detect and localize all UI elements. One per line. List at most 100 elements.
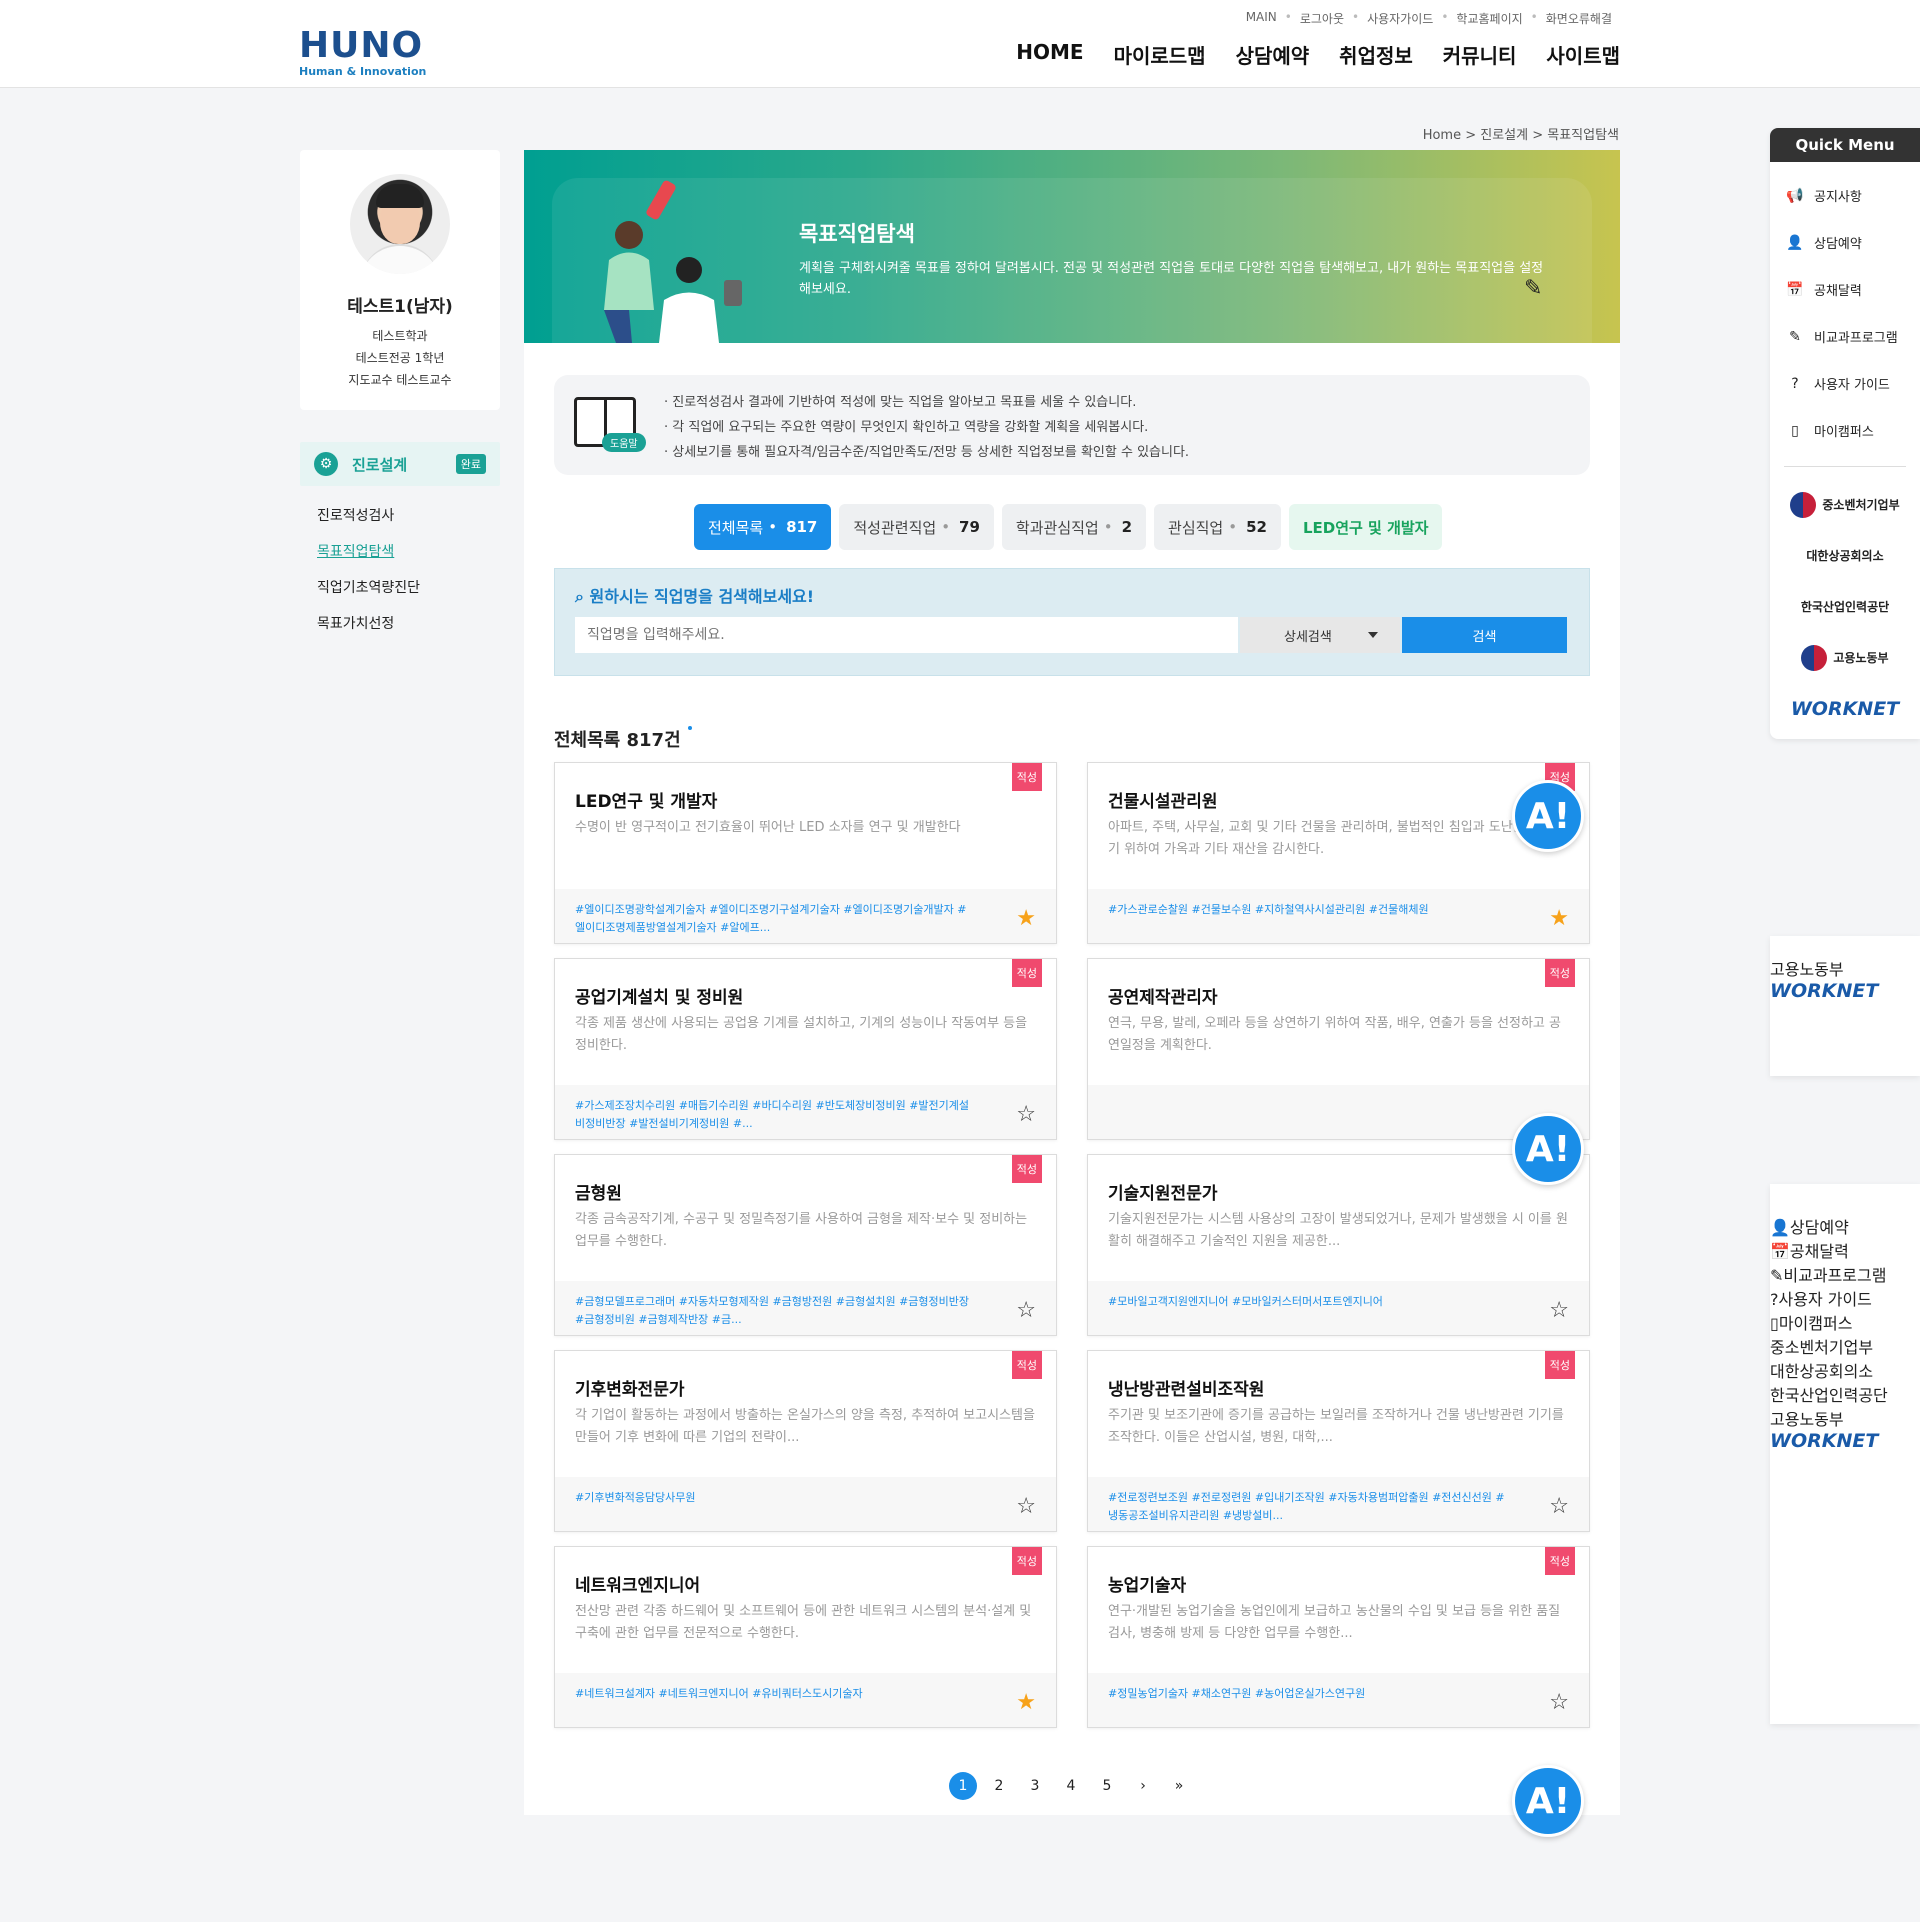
aptitude-tag: 적성 bbox=[1544, 1547, 1575, 1575]
tab-major-interest[interactable]: 학과관심직업 • 2 bbox=[1001, 504, 1147, 550]
tab-interest[interactable]: 관심직업 • 52 bbox=[1154, 504, 1281, 550]
job-keywords bbox=[1088, 1085, 1589, 1139]
star-outline-icon[interactable]: ☆ bbox=[1549, 1298, 1569, 1323]
star-icon[interactable]: ★ bbox=[1016, 1690, 1036, 1715]
page-4[interactable]: 4 bbox=[1057, 1772, 1085, 1800]
tab-target-job[interactable]: LED연구 및 개발자 bbox=[1288, 504, 1443, 550]
quick-counseling[interactable]: 👤상담예약 bbox=[1770, 219, 1920, 266]
quick-counseling[interactable]: 👤상담예약 bbox=[1770, 1214, 1920, 1238]
job-title: 금형원 bbox=[575, 1184, 622, 1204]
job-card[interactable]: 기술지원전문가 기술지원전문가는 시스템 사용상의 고장이 발생되었거나, 문제… bbox=[1087, 1154, 1590, 1336]
job-card[interactable]: 적성 LED연구 및 개발자 수명이 반 영구적이고 전기효율이 뛰어난 LED… bbox=[554, 762, 1057, 944]
partner-worknet[interactable]: WORKNET bbox=[1770, 980, 1920, 1002]
job-card[interactable]: 적성 금형원 각종 금속공작기계, 수공구 및 정밀측정기를 사용하여 금형을 … bbox=[554, 1154, 1057, 1336]
phone-icon: ▯ bbox=[1770, 1314, 1779, 1333]
star-outline-icon[interactable]: ☆ bbox=[1016, 1102, 1036, 1127]
job-desc: 수명이 반 영구적이고 전기효율이 뛰어난 LED 소자를 연구 및 개발한다 bbox=[575, 820, 961, 835]
partner-mss[interactable]: 중소벤처기업부 bbox=[1770, 479, 1920, 530]
job-title: LED연구 및 개발자 bbox=[575, 792, 718, 812]
next-page-icon[interactable]: › bbox=[1129, 1772, 1157, 1800]
star-outline-icon[interactable]: ☆ bbox=[1549, 1690, 1569, 1715]
quick-guide[interactable]: ?사용자 가이드 bbox=[1770, 360, 1920, 407]
job-card[interactable]: 적성 공연제작관리자 연극, 무용, 발레, 오페라 등을 상연하기 위하여 작… bbox=[1087, 958, 1590, 1140]
partner-worknet[interactable]: WORKNET bbox=[1770, 683, 1920, 734]
star-outline-icon[interactable]: ☆ bbox=[1016, 1298, 1036, 1323]
quick-program[interactable]: ✎비교과프로그램 bbox=[1770, 1262, 1920, 1286]
util-logout-link[interactable]: 로그아웃 bbox=[1292, 10, 1352, 27]
nav-counseling[interactable]: 상담예약 bbox=[1236, 40, 1310, 69]
partner-moel[interactable]: 고용노동부 bbox=[1770, 632, 1920, 683]
job-card[interactable]: 적성 기후변화전문가 각 기업이 활동하는 과정에서 방출하는 온실가스의 양을… bbox=[554, 1350, 1057, 1532]
last-page-icon[interactable]: » bbox=[1165, 1772, 1193, 1800]
star-icon[interactable]: ★ bbox=[1016, 906, 1036, 931]
menu-aptitude-test[interactable]: 진로적성검사 bbox=[300, 498, 500, 534]
job-card[interactable]: 적성 냉난방관련설비조작원 주기관 및 보조기관에 증기를 공급하는 보일러를 … bbox=[1087, 1350, 1590, 1532]
breadcrumb: Home > 진로설계 > 목표직업탐색 bbox=[1422, 128, 1619, 143]
star-outline-icon[interactable]: ☆ bbox=[1549, 1494, 1569, 1519]
job-card[interactable]: 적성 공업기계설치 및 정비원 각종 제품 생산에 사용되는 공업용 기계를 설… bbox=[554, 958, 1057, 1140]
partner-hrdk[interactable]: 한국산업인력공단 bbox=[1770, 1382, 1920, 1406]
ai-assistant-button[interactable]: A! bbox=[1512, 1113, 1584, 1185]
quick-calendar[interactable]: 📅공채달력 bbox=[1770, 1238, 1920, 1262]
pencil-icon: ✎ bbox=[1770, 1266, 1784, 1285]
util-error-link[interactable]: 화면오류해결 bbox=[1538, 10, 1620, 27]
page-1[interactable]: 1 bbox=[949, 1772, 977, 1800]
tab-all[interactable]: 전체목록 • 817 bbox=[694, 504, 832, 550]
nav-community[interactable]: 커뮤니티 bbox=[1443, 40, 1517, 69]
guide-item: · 상세보기를 통해 필요자격/임금수준/직업만족도/전망 등 상세한 직업정보… bbox=[664, 445, 1190, 460]
partner-mss[interactable]: 중소벤처기업부 bbox=[1770, 1334, 1920, 1358]
page-5[interactable]: 5 bbox=[1093, 1772, 1121, 1800]
job-keywords: #가스제조장치수리원 #매듭기수리원 #바디수리원 #반도체장비정비원 #발전기… bbox=[555, 1085, 1056, 1139]
star-outline-icon[interactable]: ☆ bbox=[1016, 1494, 1036, 1519]
search-input[interactable] bbox=[575, 617, 1238, 653]
job-card[interactable]: 적성 건물시설관리원 아파트, 주택, 사무실, 교회 및 기타 건물을 관리하… bbox=[1087, 762, 1590, 944]
menu-target-value[interactable]: 목표가치선정 bbox=[300, 606, 500, 642]
ai-assistant-button[interactable]: A! bbox=[1512, 1765, 1584, 1837]
partner-kcci[interactable]: 대한상공회의소 bbox=[1770, 1358, 1920, 1382]
quick-mycampus[interactable]: ▯마이캠퍼스 bbox=[1770, 407, 1920, 454]
job-title: 기후변화전문가 bbox=[575, 1380, 685, 1400]
nav-sitemap[interactable]: 사이트맵 bbox=[1546, 40, 1620, 69]
nav-jobs[interactable]: 취업정보 bbox=[1339, 40, 1413, 69]
megaphone-icon: 📢 bbox=[1786, 187, 1804, 204]
job-title: 농업기술자 bbox=[1108, 1576, 1187, 1596]
menu-basic-competency[interactable]: 직업기초역량진단 bbox=[300, 570, 500, 606]
job-desc: 기술지원전문가는 시스템 사용상의 고장이 발생되었거나, 문제가 발생했을 시… bbox=[1108, 1212, 1568, 1249]
job-keywords: #전로정련보조원 #전로정련원 #입내기조작원 #자동차용범퍼압출원 #전선신선… bbox=[1088, 1477, 1589, 1531]
page-3[interactable]: 3 bbox=[1021, 1772, 1049, 1800]
util-school-link[interactable]: 학교홈페이지 bbox=[1448, 10, 1530, 27]
quick-calendar[interactable]: 📅공채달력 bbox=[1770, 266, 1920, 313]
util-main-link[interactable]: MAIN bbox=[1238, 10, 1285, 27]
search-button[interactable]: 검색 bbox=[1402, 617, 1567, 653]
quick-menu-title: Quick Menu bbox=[1770, 128, 1920, 162]
partner-moel[interactable]: 고용노동부 bbox=[1770, 1406, 1920, 1430]
ai-assistant-button[interactable]: A! bbox=[1512, 780, 1584, 852]
job-card[interactable]: 적성 농업기술자 연구·개발된 농업기술을 농업인에게 보급하고 농산물의 수입… bbox=[1087, 1546, 1590, 1728]
tab-aptitude[interactable]: 적성관련직업 • 79 bbox=[839, 504, 994, 550]
job-title: 기술지원전문가 bbox=[1108, 1184, 1218, 1204]
menu-career-design[interactable]: ⚙ 진로설계 완료 bbox=[300, 442, 500, 486]
util-guide-link[interactable]: 사용자가이드 bbox=[1359, 10, 1441, 27]
partner-kcci[interactable]: 대한상공회의소 bbox=[1770, 530, 1920, 581]
job-card[interactable]: 적성 네트워크엔지니어 전산망 관련 각종 하드웨어 및 소프트웨어 등에 관한… bbox=[554, 1546, 1057, 1728]
quick-guide[interactable]: ?사용자 가이드 bbox=[1770, 1286, 1920, 1310]
guide-item: · 진로적성검사 결과에 기반하여 적성에 맞는 직업을 알아보고 목표를 세울… bbox=[664, 395, 1137, 410]
partner-worknet[interactable]: WORKNET bbox=[1770, 1430, 1920, 1452]
nav-home[interactable]: HOME bbox=[1016, 40, 1083, 69]
quick-program[interactable]: ✎비교과프로그램 bbox=[1770, 313, 1920, 360]
job-desc: 각종 제품 생산에 사용되는 공업용 기계를 설치하고, 기계의 성능이나 작동… bbox=[575, 1016, 1028, 1053]
partner-moel[interactable]: 고용노동부 bbox=[1770, 956, 1920, 980]
page-2[interactable]: 2 bbox=[985, 1772, 1013, 1800]
question-icon: ? bbox=[1791, 375, 1799, 392]
huno-logo[interactable]: HUNO Human & Innovation bbox=[299, 28, 426, 79]
job-title: 공업기계설치 및 정비원 bbox=[575, 988, 744, 1008]
quick-notice[interactable]: 📢 공지사항 bbox=[1770, 172, 1920, 219]
menu-target-job[interactable]: 목표직업탐색 bbox=[300, 534, 500, 570]
detail-search-select[interactable]: 상세검색 bbox=[1240, 617, 1400, 653]
partner-hrdk[interactable]: 한국산업인력공단 bbox=[1770, 581, 1920, 632]
quick-mycampus[interactable]: ▯마이캠퍼스 bbox=[1770, 1310, 1920, 1334]
star-icon[interactable]: ★ bbox=[1549, 906, 1569, 931]
job-title: 냉난방관련설비조작원 bbox=[1108, 1380, 1265, 1400]
menu-career-design-label: 진로설계 bbox=[352, 455, 408, 474]
nav-myroadmap[interactable]: 마이로드맵 bbox=[1114, 40, 1206, 69]
